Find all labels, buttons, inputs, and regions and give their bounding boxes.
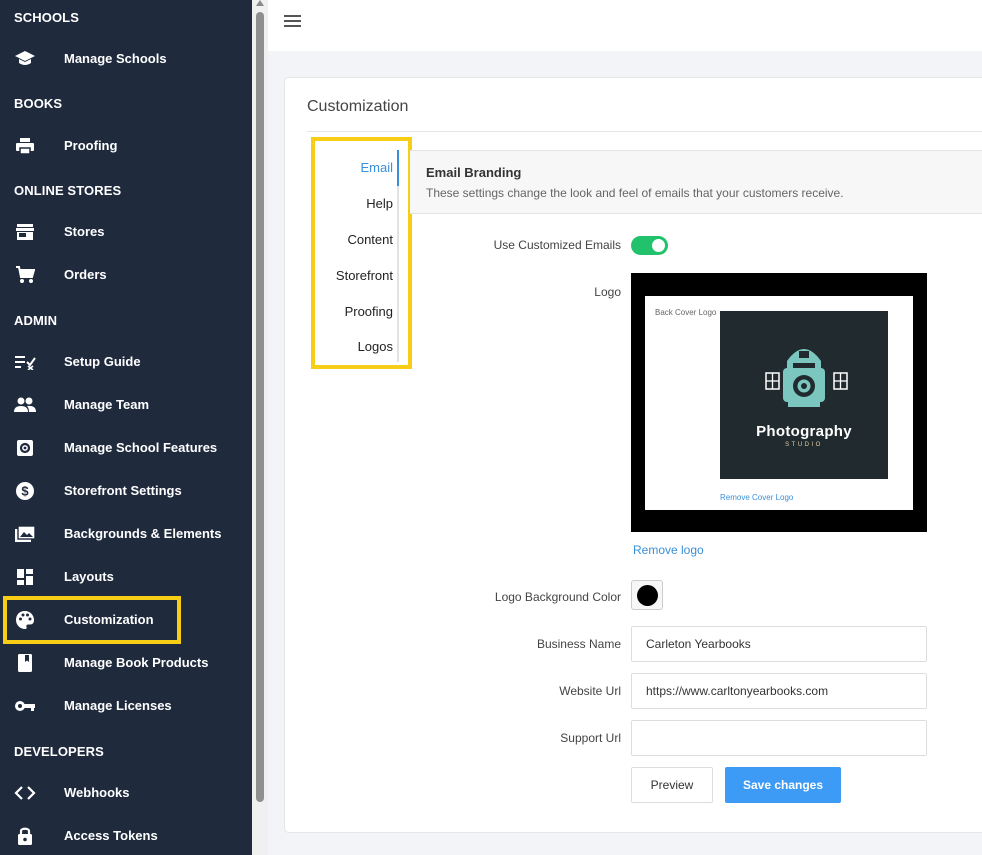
tabs-highlight <box>311 137 412 369</box>
sidebar-item-label: Manage Licenses <box>64 698 172 713</box>
sidebar-item-manage-licenses[interactable]: Manage Licenses <box>0 689 252 723</box>
people-icon <box>13 394 37 416</box>
support-url-label: Support Url <box>560 731 621 745</box>
section-developers: DEVELOPERS <box>14 744 104 759</box>
sidebar: SCHOOLS Manage Schools BOOKS Proofing ON… <box>0 0 252 855</box>
sidebar-item-webhooks[interactable]: Webhooks <box>0 776 252 810</box>
lock-icon <box>13 825 37 847</box>
customization-highlight <box>3 596 181 644</box>
dollar-icon: $ <box>13 480 37 502</box>
panel-title: Email Branding <box>426 165 522 180</box>
section-schools: SCHOOLS <box>14 10 79 25</box>
sidebar-item-label: Stores <box>64 224 105 239</box>
sidebar-item-label: Setup Guide <box>64 354 141 369</box>
top-bar <box>268 0 982 51</box>
website-url-field[interactable]: https://www.carltonyearbooks.com <box>631 673 927 709</box>
color-swatch-dot <box>637 585 658 606</box>
use-custom-emails-label: Use Customized Emails <box>493 238 621 252</box>
sidebar-item-label: Orders <box>64 267 107 282</box>
checklist-icon <box>13 351 37 373</box>
sidebar-item-layouts[interactable]: Layouts <box>0 560 252 594</box>
sidebar-item-label: Manage Book Products <box>64 655 209 670</box>
sidebar-item-label: Manage School Features <box>64 440 218 455</box>
settings-box-icon <box>13 437 37 459</box>
store-icon <box>13 221 37 243</box>
dashboard-icon <box>13 566 37 588</box>
brand-title: Photography <box>756 423 852 440</box>
menu-icon[interactable] <box>284 15 302 29</box>
sidebar-item-label: Layouts <box>64 569 114 584</box>
toggle-knob <box>652 239 665 252</box>
sidebar-scrollbar[interactable] <box>252 0 268 855</box>
sidebar-item-manage-schools[interactable]: Manage Schools <box>0 42 252 76</box>
logo-label: Logo <box>594 285 621 299</box>
sidebar-item-label: Access Tokens <box>64 828 158 843</box>
sidebar-item-label: Storefront Settings <box>64 483 182 498</box>
logo-bg-color-picker[interactable] <box>631 580 663 610</box>
logo-preview: Back Cover Logo Photography STUDIO Remov… <box>631 273 927 532</box>
sidebar-item-proofing[interactable]: Proofing <box>0 129 252 163</box>
sidebar-item-access-tokens[interactable]: Access Tokens <box>0 819 252 853</box>
sidebar-item-label: Proofing <box>64 138 118 153</box>
save-changes-button[interactable]: Save changes <box>725 767 841 803</box>
images-icon <box>13 523 37 545</box>
photography-studio-logo: Photography STUDIO <box>720 311 888 479</box>
key-icon <box>13 695 37 717</box>
sidebar-item-label: Webhooks <box>64 785 130 800</box>
svg-text:$: $ <box>21 484 29 499</box>
printer-icon <box>13 135 37 157</box>
section-online-stores: ONLINE STORES <box>14 183 122 198</box>
logo-preview-inner: Back Cover Logo Photography STUDIO Remov… <box>645 296 913 510</box>
sidebar-item-stores[interactable]: Stores <box>0 215 252 249</box>
scroll-up-arrow-icon[interactable] <box>256 0 264 6</box>
brand-subtitle: STUDIO <box>785 442 823 448</box>
page-title: Customization <box>307 98 409 115</box>
use-custom-emails-toggle[interactable] <box>631 236 668 255</box>
sidebar-item-manage-school-features[interactable]: Manage School Features <box>0 431 252 465</box>
remove-cover-logo-link[interactable]: Remove Cover Logo <box>720 493 793 502</box>
website-url-label: Website Url <box>559 684 621 698</box>
sidebar-item-orders[interactable]: Orders <box>0 258 252 292</box>
school-icon <box>13 48 37 70</box>
sidebar-item-manage-book-products[interactable]: Manage Book Products <box>0 646 252 680</box>
business-name-field[interactable]: Carleton Yearbooks <box>631 626 927 662</box>
remove-logo-link[interactable]: Remove logo <box>633 543 704 557</box>
code-icon <box>13 782 37 804</box>
divider <box>307 131 982 132</box>
section-admin: ADMIN <box>14 313 58 328</box>
sidebar-item-manage-team[interactable]: Manage Team <box>0 388 252 422</box>
logo-bg-color-label: Logo Background Color <box>494 590 621 604</box>
back-cover-logo-label: Back Cover Logo <box>655 308 717 317</box>
business-name-label: Business Name <box>536 637 621 651</box>
sidebar-item-storefront-settings[interactable]: $ Storefront Settings <box>0 474 252 508</box>
section-books: BOOKS <box>14 96 63 111</box>
book-icon <box>13 652 37 674</box>
sidebar-item-label: Manage Schools <box>64 51 167 66</box>
sidebar-item-label: Manage Team <box>64 397 150 412</box>
sidebar-item-label: Backgrounds & Elements <box>64 526 222 541</box>
panel-description: These settings change the look and feel … <box>426 186 844 200</box>
email-branding-header: Email Branding These settings change the… <box>410 150 982 214</box>
sidebar-item-setup-guide[interactable]: Setup Guide <box>0 345 252 379</box>
support-url-field[interactable] <box>631 720 927 756</box>
camera-building-icon <box>765 349 848 407</box>
scroll-thumb[interactable] <box>256 12 264 802</box>
preview-button[interactable]: Preview <box>631 767 713 803</box>
sidebar-item-backgrounds-elements[interactable]: Backgrounds & Elements <box>0 517 252 551</box>
cart-icon <box>13 264 37 286</box>
